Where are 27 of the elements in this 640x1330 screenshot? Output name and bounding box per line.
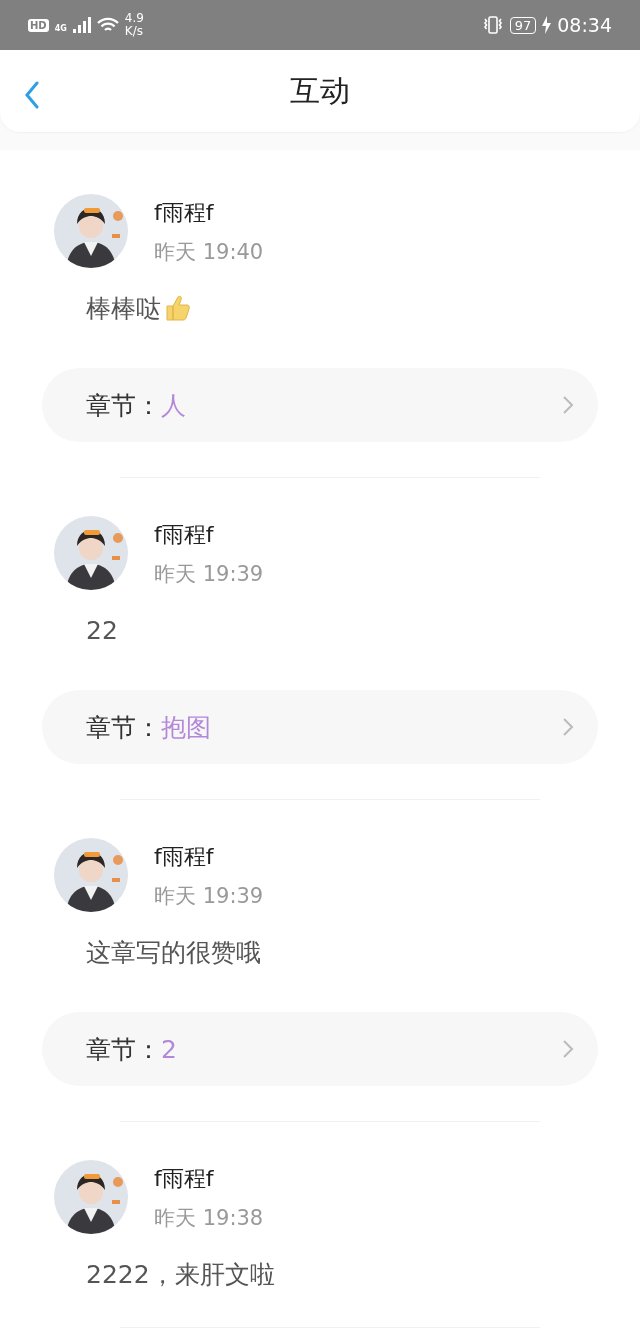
- chapter-link[interactable]: 章节：2: [42, 1012, 598, 1086]
- signal-icon: [72, 17, 91, 33]
- chapter-link[interactable]: 章节：人: [42, 368, 598, 442]
- comment-time: 昨天 19:39: [154, 561, 264, 588]
- clock: 08:34: [557, 14, 612, 36]
- hd-indicator: HD: [28, 18, 49, 32]
- user-name: f雨程f: [154, 843, 215, 871]
- network-type: 4G: [54, 24, 67, 33]
- comment-time: 昨天 19:38: [154, 1205, 264, 1232]
- speed-unit: K/s: [124, 25, 144, 38]
- user-name: f雨程f: [154, 199, 215, 227]
- chevron-right-icon: [562, 395, 574, 415]
- comment-text: 22: [86, 615, 118, 645]
- comment-text: 2222，来肝文啦: [86, 1258, 275, 1291]
- chevron-right-icon: [562, 1039, 574, 1059]
- user-name: f雨程f: [154, 521, 215, 549]
- comment-text: 这章写的很赞哦: [86, 936, 261, 969]
- comment-text: 棒棒哒: [86, 292, 161, 325]
- user-name: f雨程f: [154, 1165, 215, 1193]
- comment-time: 昨天 19:39: [154, 883, 264, 910]
- vibrate-icon: [481, 16, 504, 34]
- chevron-right-icon: [562, 717, 574, 737]
- page-title: 互动: [290, 71, 350, 110]
- chapter-link[interactable]: 章节：抱图: [42, 690, 598, 764]
- comment-time: 昨天 19:40: [154, 239, 264, 266]
- battery-level: 97: [509, 16, 537, 34]
- speed-value: 4.9: [124, 12, 144, 25]
